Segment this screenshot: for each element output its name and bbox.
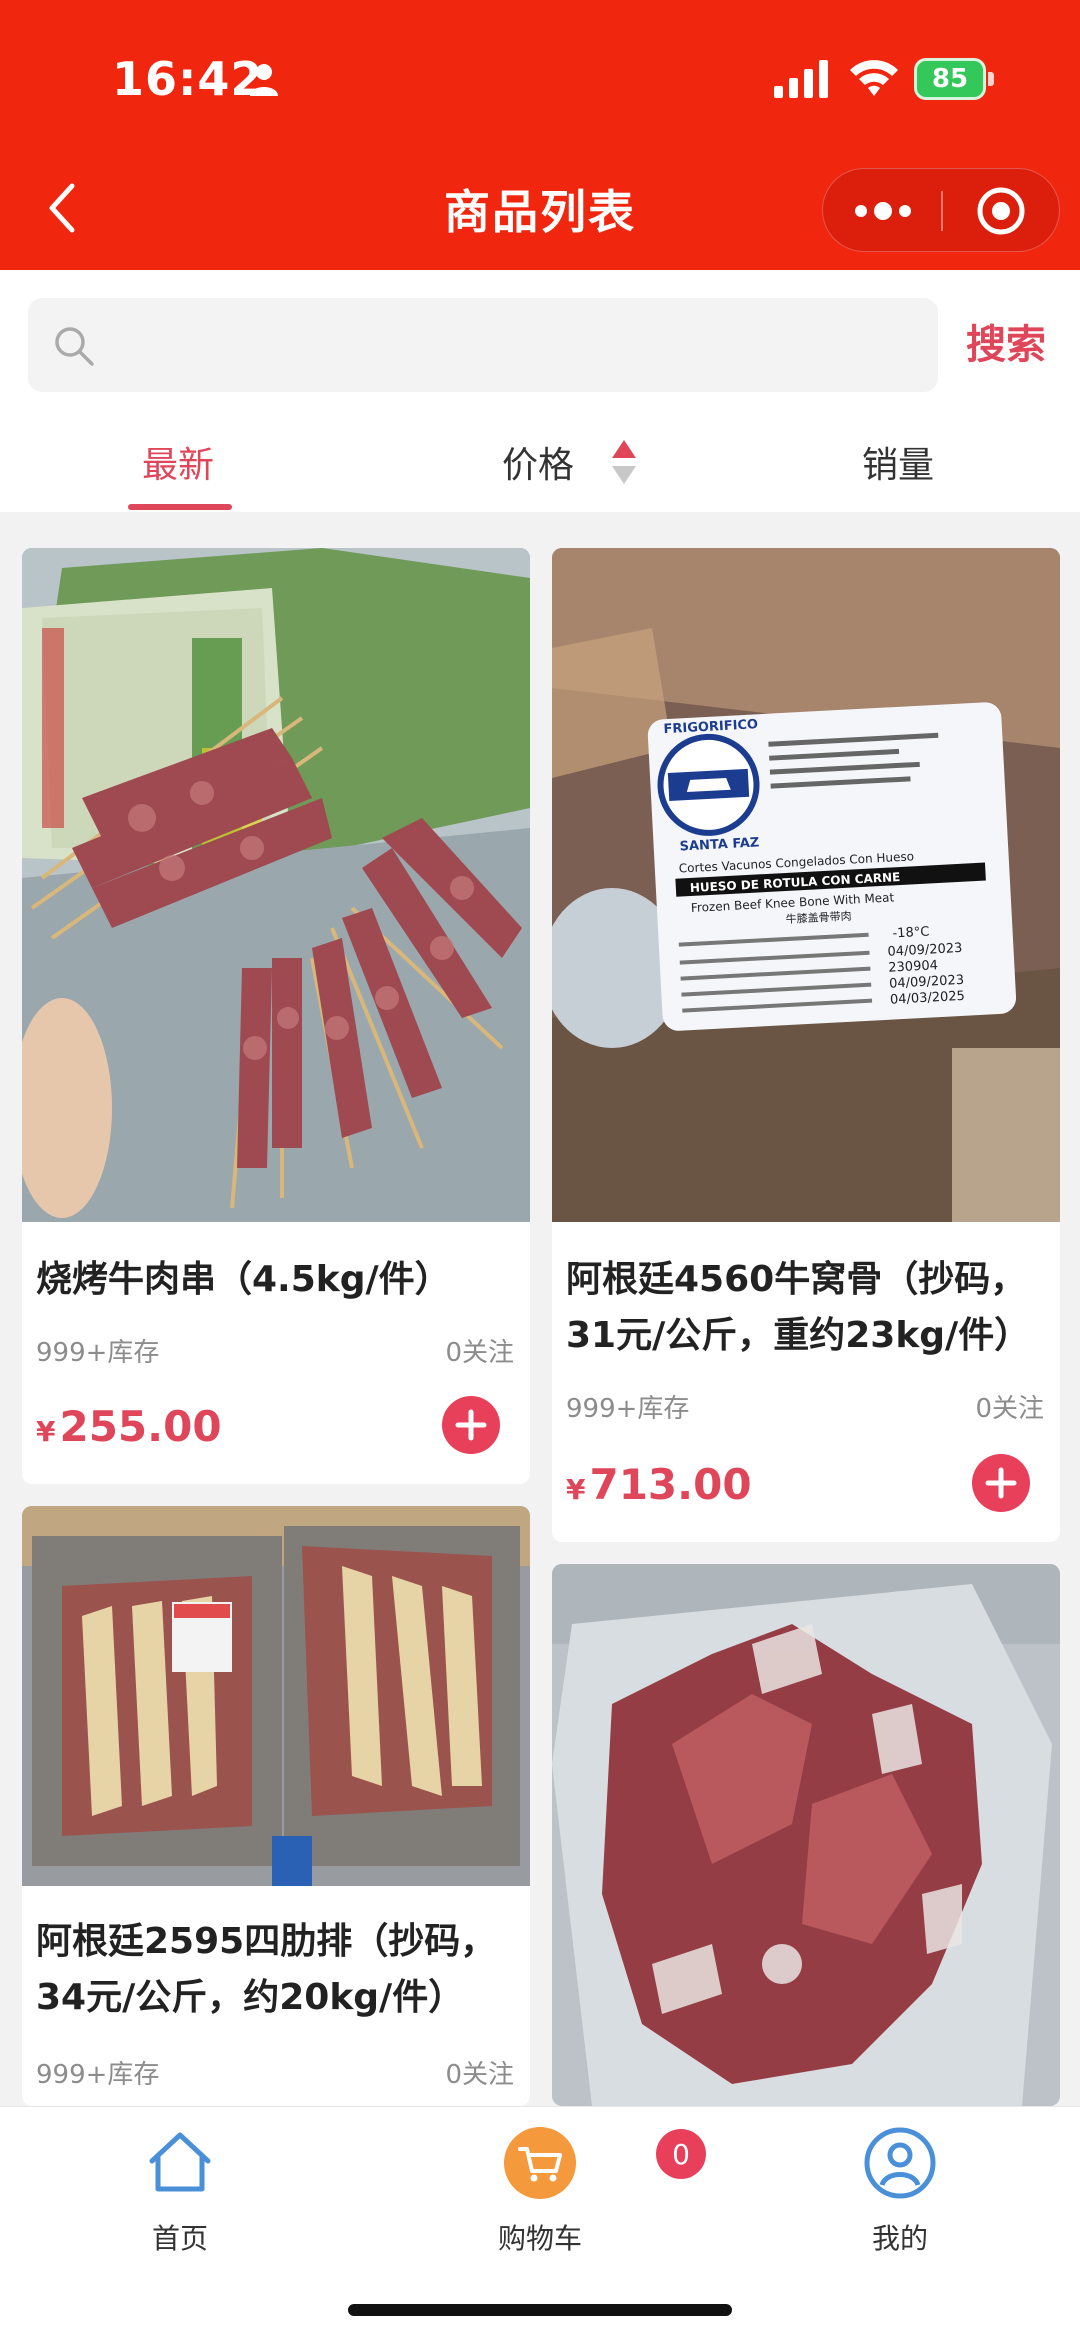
- product-title[interactable]: 烧烤牛肉串（4.5kg/件）: [36, 1252, 516, 1308]
- nav-mine-label: 我的: [871, 2222, 928, 2255]
- nav-home-label: 首页: [151, 2222, 208, 2255]
- tab-price[interactable]: 价格: [502, 436, 574, 488]
- product-card[interactable]: [552, 1564, 1060, 2106]
- search-button[interactable]: 搜索: [966, 312, 1046, 370]
- product-follows: 0关注: [445, 1338, 514, 1368]
- nav-cart[interactable]: 购物车: [460, 2125, 620, 2257]
- tab-sales[interactable]: 销量: [862, 436, 934, 488]
- label-temp: -18°C: [892, 925, 930, 942]
- product-price: ¥713.00: [566, 1460, 752, 1509]
- battery-tip: [988, 72, 994, 86]
- product-image[interactable]: [22, 548, 530, 1222]
- nav-mine[interactable]: 我的: [820, 2125, 980, 2257]
- user-icon: [864, 2127, 936, 2199]
- battery-indicator: 85: [914, 58, 986, 100]
- capsule-divider: [941, 191, 943, 231]
- cart-count-badge: 0: [656, 2129, 706, 2179]
- product-follows: 0关注: [445, 2060, 514, 2090]
- tab-newest[interactable]: 最新: [142, 436, 214, 488]
- label-lot: 230904: [888, 958, 938, 976]
- add-to-cart-button[interactable]: [972, 1454, 1030, 1512]
- product-title[interactable]: 阿根廷2595四肋排（抄码，34元/公斤，约20kg/件）: [36, 1914, 516, 2026]
- plus-icon: [455, 1409, 487, 1441]
- product-card[interactable]: FRIGORIFICO SANTA FAZ Cortes Vacunos Con…: [552, 548, 1060, 1542]
- person-icon: [250, 64, 278, 96]
- top-header: 16:42 85 商品列表: [0, 0, 1080, 270]
- price-value: 255.00: [59, 1402, 222, 1451]
- nav-cart-label: 购物车: [497, 2222, 582, 2255]
- sort-tabs: 最新 价格 销量: [0, 400, 1080, 512]
- product-stock: 999+库存: [36, 1338, 160, 1368]
- more-icon[interactable]: [851, 197, 915, 225]
- product-card[interactable]: 烧烤牛肉串（4.5kg/件） 999+库存 0关注 ¥255.00: [22, 548, 530, 1484]
- product-card[interactable]: 阿根廷2595四肋排（抄码，34元/公斤，约20kg/件） 999+库存 0关注: [22, 1506, 530, 2106]
- signal-icon: [774, 60, 828, 98]
- product-title[interactable]: 阿根廷4560牛窝骨（抄码，31元/公斤，重约23kg/件）: [566, 1252, 1046, 1364]
- search-area: 搜索: [0, 270, 1080, 400]
- product-image[interactable]: FRIGORIFICO SANTA FAZ Cortes Vacunos Con…: [552, 548, 1060, 1222]
- mini-program-capsule: [822, 168, 1060, 252]
- battery-level: 85: [931, 64, 969, 94]
- product-stock: 999+库存: [36, 2060, 160, 2090]
- cart-icon: [504, 2127, 576, 2199]
- home-icon: [149, 2132, 211, 2192]
- search-input[interactable]: [118, 318, 908, 372]
- status-time: 16:42: [112, 52, 264, 106]
- price-currency: ¥: [566, 1473, 586, 1506]
- status-bar: 16:42 85: [0, 0, 1080, 160]
- home-indicator: [348, 2304, 732, 2316]
- tab-active-underline: [128, 504, 232, 510]
- wifi-icon: [850, 60, 898, 96]
- plus-icon: [985, 1467, 1017, 1499]
- price-currency: ¥: [36, 1415, 56, 1448]
- price-value: 713.00: [589, 1460, 752, 1509]
- product-image[interactable]: [552, 1564, 1060, 2106]
- nav-home[interactable]: 首页: [100, 2125, 260, 2257]
- product-price: ¥255.00: [36, 1402, 222, 1451]
- close-target-icon[interactable]: [975, 185, 1027, 237]
- search-icon: [55, 327, 94, 366]
- product-follows: 0关注: [975, 1394, 1044, 1424]
- add-to-cart-button[interactable]: [442, 1396, 500, 1454]
- product-stock: 999+库存: [566, 1394, 690, 1424]
- search-box[interactable]: [28, 298, 938, 392]
- sort-arrows-icon[interactable]: [608, 436, 640, 488]
- product-image[interactable]: [22, 1506, 530, 1886]
